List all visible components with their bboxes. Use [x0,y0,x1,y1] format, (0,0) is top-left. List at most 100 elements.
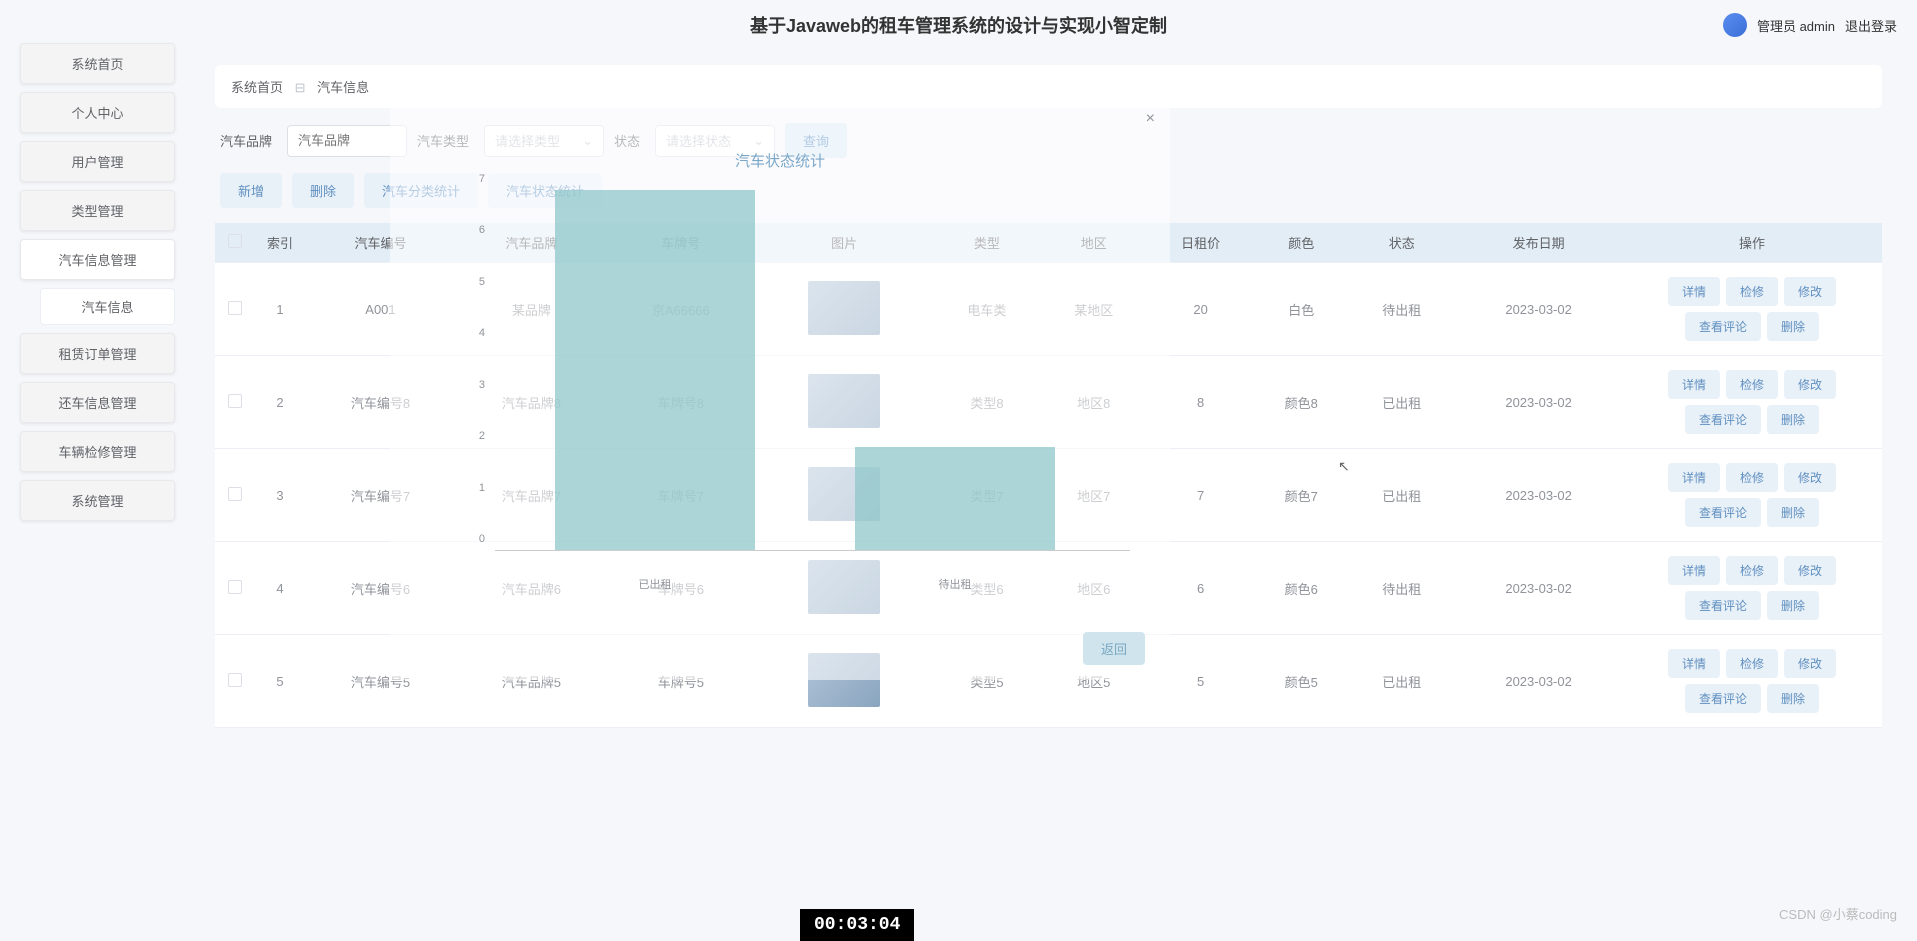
cell-color: 颜色6 [1254,542,1348,635]
cell-status: 待出租 [1348,542,1455,635]
row-delete-button[interactable]: 删除 [1767,405,1819,434]
cell-index: 5 [255,635,305,728]
cell-index: 2 [255,356,305,449]
row-delete-button[interactable]: 删除 [1767,312,1819,341]
cell-status: 已出租 [1348,356,1455,449]
edit-button[interactable]: 修改 [1784,463,1836,492]
sidebar-sub-carinfo[interactable]: 汽车信息 [40,288,175,325]
row-checkbox[interactable] [228,487,242,501]
chart-plot [495,191,1130,551]
cell-color: 颜色8 [1254,356,1348,449]
row-checkbox[interactable] [228,673,242,687]
comments-button[interactable]: 查看评论 [1685,591,1761,620]
select-all-checkbox[interactable] [228,234,242,248]
sidebar: 系统首页 个人中心 用户管理 类型管理 汽车信息管理 汽车信息 租赁订单管理 还… [10,35,185,529]
y-tick-label: 7 [479,173,485,185]
sidebar-item-users[interactable]: 用户管理 [20,141,175,182]
close-icon[interactable]: × [1146,110,1155,128]
sidebar-item-carinfo-mgmt[interactable]: 汽车信息管理 [20,239,175,280]
sidebar-item-repair[interactable]: 车辆检修管理 [20,431,175,472]
cell-index: 1 [255,263,305,356]
repair-button[interactable]: 检修 [1726,463,1778,492]
edit-button[interactable]: 修改 [1784,649,1836,678]
edit-button[interactable]: 修改 [1784,277,1836,306]
filter-brand-label: 汽车品牌 [220,131,272,150]
row-delete-button[interactable]: 删除 [1767,498,1819,527]
cell-status: 已出租 [1348,449,1455,542]
detail-button[interactable]: 详情 [1668,649,1720,678]
chart-bar[interactable] [555,190,755,550]
row-delete-button[interactable]: 删除 [1767,684,1819,713]
row-checkbox[interactable] [228,301,242,315]
comments-button[interactable]: 查看评论 [1685,498,1761,527]
cell-status: 待出租 [1348,263,1455,356]
chart-y-axis: 01234567 [470,191,490,551]
y-tick-label: 6 [479,224,485,236]
row-actions: 详情检修修改查看评论删除 [1627,370,1877,434]
y-tick-label: 2 [479,430,485,442]
timer-overlay: 00:03:04 [800,909,914,941]
edit-button[interactable]: 修改 [1784,556,1836,585]
table-header-cell: 状态 [1348,223,1455,263]
cell-date: 2023-03-02 [1455,635,1622,728]
breadcrumb-current: 汽车信息 [317,80,369,95]
table-header-cell: 索引 [255,223,305,263]
row-actions: 详情检修修改查看评论删除 [1627,277,1877,341]
row-actions: 详情检修修改查看评论删除 [1627,463,1877,527]
repair-button[interactable]: 检修 [1726,370,1778,399]
x-tick-label: 待出租 [939,576,972,592]
y-tick-label: 1 [479,482,485,494]
sidebar-item-orders[interactable]: 租赁订单管理 [20,333,175,374]
cell-date: 2023-03-02 [1455,263,1622,356]
cell-index: 3 [255,449,305,542]
add-button[interactable]: 新增 [220,173,282,208]
sidebar-item-profile[interactable]: 个人中心 [20,92,175,133]
chart-bar[interactable] [855,447,1055,550]
detail-button[interactable]: 详情 [1668,370,1720,399]
logout-link[interactable]: 退出登录 [1845,16,1897,35]
watermark: CSDN @小蔡coding [1779,904,1897,923]
table-header-cell: 发布日期 [1455,223,1622,263]
repair-button[interactable]: 检修 [1726,649,1778,678]
avatar-icon[interactable] [1723,13,1747,37]
cell-color: 白色 [1254,263,1348,356]
delete-button[interactable]: 删除 [292,173,354,208]
table-header-cell: 操作 [1622,223,1882,263]
cell-color: 颜色5 [1254,635,1348,728]
page-title: 基于Javaweb的租车管理系统的设计与实现小智定制 [750,12,1167,38]
user-label: 管理员 admin [1757,16,1835,35]
table-header-cell [215,223,255,263]
x-tick-label: 已出租 [639,576,672,592]
y-tick-label: 5 [479,276,485,288]
chart-area: 01234567 已出租待出租 [410,191,1150,591]
breadcrumb-home[interactable]: 系统首页 [231,80,283,95]
row-actions: 详情检修修改查看评论删除 [1627,649,1877,713]
edit-button[interactable]: 修改 [1784,370,1836,399]
y-tick-label: 0 [479,533,485,545]
comments-button[interactable]: 查看评论 [1685,684,1761,713]
row-checkbox[interactable] [228,580,242,594]
cell-date: 2023-03-02 [1455,542,1622,635]
repair-button[interactable]: 检修 [1726,556,1778,585]
row-delete-button[interactable]: 删除 [1767,591,1819,620]
cell-status: 已出租 [1348,635,1455,728]
y-tick-label: 3 [479,379,485,391]
cell-date: 2023-03-02 [1455,449,1622,542]
status-chart-modal: × 汽车状态统计 0 1 2 3 4 5 6 7 已出租 待出租 返回 [390,100,1170,680]
header-user-area: 管理员 admin 退出登录 [1723,0,1897,50]
comments-button[interactable]: 查看评论 [1685,312,1761,341]
sidebar-item-home[interactable]: 系统首页 [20,43,175,84]
detail-button[interactable]: 详情 [1668,463,1720,492]
detail-button[interactable]: 详情 [1668,556,1720,585]
y-tick-label: 4 [479,327,485,339]
return-button[interactable]: 返回 [1083,632,1145,665]
repair-button[interactable]: 检修 [1726,277,1778,306]
sidebar-item-types[interactable]: 类型管理 [20,190,175,231]
cell-date: 2023-03-02 [1455,356,1622,449]
sidebar-item-return[interactable]: 还车信息管理 [20,382,175,423]
comments-button[interactable]: 查看评论 [1685,405,1761,434]
sidebar-item-system[interactable]: 系统管理 [20,480,175,521]
detail-button[interactable]: 详情 [1668,277,1720,306]
modal-title: 汽车状态统计 [410,150,1150,171]
row-checkbox[interactable] [228,394,242,408]
